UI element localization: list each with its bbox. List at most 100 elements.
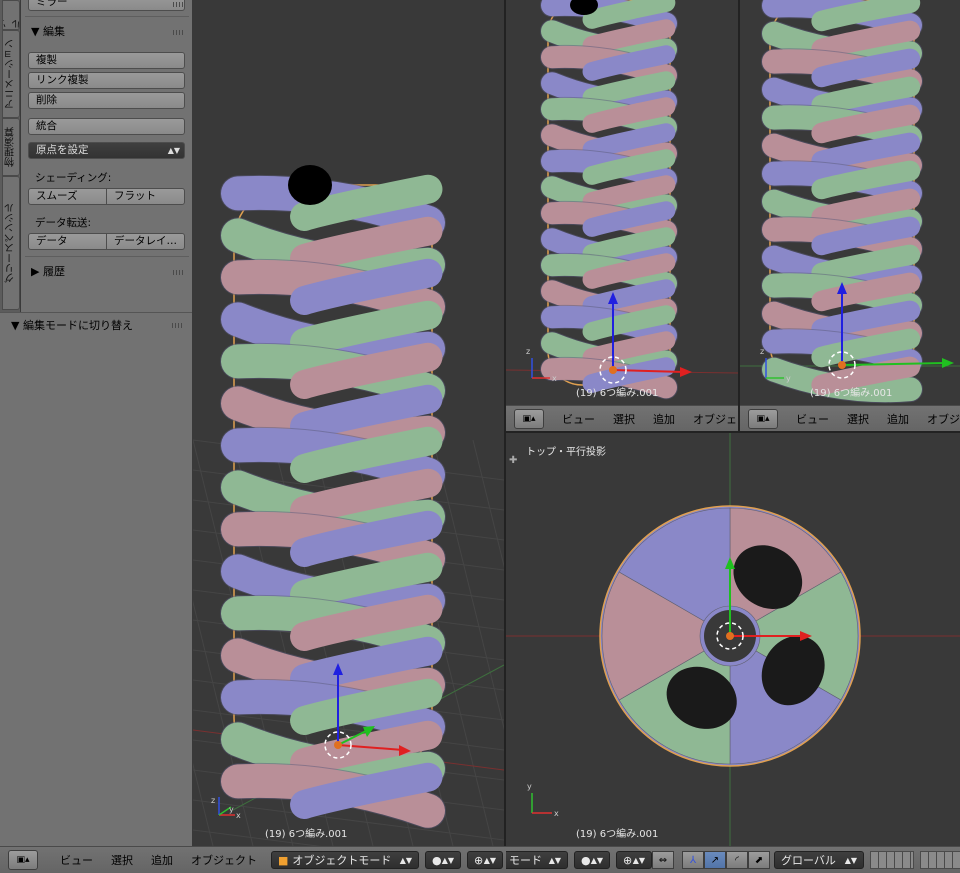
drag-handle-icon[interactable] xyxy=(173,270,185,275)
side-scene: z y xyxy=(740,0,960,404)
tab-label: ツール xyxy=(2,9,20,29)
arrow-icon: ↗ xyxy=(710,854,720,866)
mirror-button[interactable]: ミラー xyxy=(28,0,185,11)
shading-flat-button[interactable]: フラット xyxy=(106,188,185,205)
view-name-label: トップ・平行投影 xyxy=(526,447,606,458)
updown-arrows-icon: ▲▼ xyxy=(167,146,180,155)
menu-select[interactable]: 選択 xyxy=(847,411,869,427)
object-name-label: (19) 6つ編み.001 xyxy=(576,829,659,840)
pivot-point-dropdown[interactable]: ⊕ ▲▼ xyxy=(616,851,652,869)
section-title: 履歴 xyxy=(42,265,65,278)
triangle-right-icon: ▶ xyxy=(31,265,40,278)
viewport-3d-front[interactable]: z x (19) 6つ編み.001 xyxy=(506,0,738,405)
menu-view[interactable]: ビュー xyxy=(60,852,93,868)
svg-text:z: z xyxy=(760,347,764,356)
menu-view[interactable]: ビュー xyxy=(796,411,829,427)
history-section-header[interactable]: ▶ 履歴 xyxy=(31,263,65,279)
viewport-3d-top[interactable]: y x ✚ トップ・平行投影 (19) 6つ編み.001 xyxy=(506,433,960,846)
svg-text:y: y xyxy=(786,374,791,383)
dropdown-label: 原点を設定 xyxy=(36,144,89,156)
viewport-shading-dropdown[interactable]: ● ▲▼ xyxy=(425,851,461,869)
editor-type-button[interactable]: ▣▴ xyxy=(514,409,544,429)
menu-select[interactable]: 選択 xyxy=(613,411,635,427)
viewport-header-main: ▣▴ ビュー 選択 追加 オブジェクト ■ オブジェクトモード ▲▼ ● ▲▼ ⊕ ▲▼ xyxy=(0,846,506,873)
braid-mesh xyxy=(540,0,678,400)
edit-section-header[interactable]: ▼ 編集 xyxy=(31,23,65,39)
set-origin-dropdown[interactable]: 原点を設定 ▲▼ xyxy=(28,142,185,159)
orientation-dropdown[interactable]: グローバル ▲▼ xyxy=(774,851,864,869)
viewport-shading-dropdown[interactable]: ● ▲▼ xyxy=(574,851,610,869)
solid-sphere-icon: ● xyxy=(432,853,442,867)
tab-animation[interactable]: アニメーション xyxy=(2,30,20,118)
layer-buttons[interactable] xyxy=(870,851,914,869)
rotate-icon: ◜ xyxy=(735,854,739,866)
rotate-toggle[interactable]: ◜ xyxy=(726,851,748,869)
cube-icon: ▣▴ xyxy=(756,414,770,424)
manipulator-toggle[interactable]: ⅄ xyxy=(682,851,704,869)
updown-arrows-icon: ▲▼ xyxy=(548,855,561,865)
tool-shelf-tabs: ツール アニメーション 物理演算 グリースペンシル xyxy=(0,0,21,312)
tab-tools[interactable]: ツール xyxy=(2,0,20,30)
tab-physics[interactable]: 物理演算 xyxy=(2,118,20,176)
tab-grease-pencil[interactable]: グリースペンシル xyxy=(2,176,20,310)
object-name-label: (19) 6つ編み.001 xyxy=(810,388,893,399)
menu-select[interactable]: 選択 xyxy=(111,852,133,868)
translate-toggle[interactable]: ↗ xyxy=(704,851,726,869)
data-transfer-label: データ転送: xyxy=(35,217,92,229)
menu-add[interactable]: 追加 xyxy=(653,411,675,427)
operator-panel: ▼ 編集モードに切り替え xyxy=(0,312,192,847)
operator-title: 編集モードに切り替え xyxy=(22,319,133,332)
pivot-icon: ⊕ xyxy=(623,853,633,867)
menu-add[interactable]: 追加 xyxy=(887,411,909,427)
solid-sphere-icon: ● xyxy=(581,853,591,867)
triangle-down-icon: ▼ xyxy=(31,25,40,38)
duplicate-button[interactable]: 複製 xyxy=(28,52,185,69)
viewport-header-top: モード ▲▼ ● ▲▼ ⊕ ▲▼ ⇔ ⅄ ↗ ◜ ⬈ グローバル ▲▼ xyxy=(506,846,960,873)
data-layout-button[interactable]: データレイ… xyxy=(106,233,185,250)
svg-text:x: x xyxy=(236,811,241,820)
svg-text:x: x xyxy=(554,809,559,818)
operator-panel-header[interactable]: ▼ 編集モードに切り替え xyxy=(11,317,133,333)
mode-dropdown[interactable]: ■ オブジェクトモード ▲▼ xyxy=(271,851,419,869)
viewport-3d-side[interactable]: z y (19) 6つ編み.001 xyxy=(740,0,960,405)
svg-text:y: y xyxy=(527,782,532,791)
menu-object[interactable]: オブジェクト xyxy=(191,852,257,868)
duplicate-linked-button[interactable]: リンク複製 xyxy=(28,72,185,89)
join-button[interactable]: 統合 xyxy=(28,118,185,135)
pivot-center-toggle[interactable]: ⇔ xyxy=(652,851,674,869)
divider xyxy=(25,256,189,257)
editor-type-button[interactable]: ▣▴ xyxy=(8,850,38,870)
layer-buttons[interactable] xyxy=(920,851,960,869)
menu-add[interactable]: 追加 xyxy=(151,852,173,868)
tab-label: 物理演算 xyxy=(5,127,17,167)
front-scene: z x xyxy=(506,0,738,400)
section-title: 編集 xyxy=(42,25,65,38)
menu-view[interactable]: ビュー xyxy=(562,411,595,427)
editor-type-button[interactable]: ▣▴ xyxy=(748,409,778,429)
delete-button[interactable]: 削除 xyxy=(28,92,185,109)
mode-label: モード xyxy=(509,854,542,867)
shading-smooth-button[interactable]: スムーズ xyxy=(28,188,107,205)
viewport-3d-perspective[interactable]: y x z (19) 6つ編み.001 xyxy=(193,0,504,846)
braid-mesh xyxy=(220,174,446,829)
plus-icon[interactable]: ✚ xyxy=(509,456,518,466)
mode-dropdown[interactable]: モード ▲▼ xyxy=(506,851,568,869)
mode-label: オブジェクトモード xyxy=(292,854,392,867)
scale-toggle[interactable]: ⬈ xyxy=(748,851,770,869)
pivot-point-dropdown[interactable]: ⊕ ▲▼ xyxy=(467,851,503,869)
drag-handle-icon[interactable] xyxy=(172,323,184,328)
tool-panel: ミラー ▼ 編集 複製 リンク複製 削除 統合 原点を設定 ▲▼ シェーディング:… xyxy=(21,0,192,312)
menu-object[interactable]: オブジェクト xyxy=(927,411,960,427)
menu-object[interactable]: オブジェクト xyxy=(693,411,738,427)
svg-text:y: y xyxy=(229,805,234,814)
manipulator-icon: ⅄ xyxy=(689,854,697,866)
axis-gizmo: y x xyxy=(527,782,559,818)
perspective-scene: y x z xyxy=(193,165,504,846)
orientation-label: グローバル xyxy=(781,854,836,867)
tab-label: グリースペンシル xyxy=(5,203,17,283)
object-name-label: (19) 6つ編み.001 xyxy=(265,829,348,840)
drag-handle-icon[interactable] xyxy=(173,30,185,35)
triangle-down-icon: ▼ xyxy=(11,319,20,332)
data-transfer-button[interactable]: データ xyxy=(28,233,107,250)
drag-handle-icon[interactable] xyxy=(173,2,185,7)
